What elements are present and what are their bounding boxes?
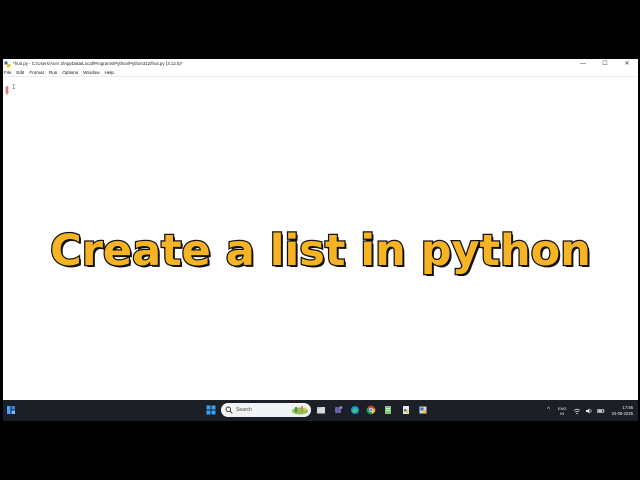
python-idle-icon xyxy=(4,61,11,68)
search-icon xyxy=(225,406,233,414)
teams-icon[interactable] xyxy=(332,404,344,416)
python-file-icon[interactable] xyxy=(400,404,412,416)
menu-file[interactable]: File xyxy=(4,69,11,77)
file-explorer-icon[interactable] xyxy=(315,404,327,416)
desktop-screen: *fruit.py - C:/Users/Acer 3/AppData/Loca… xyxy=(3,59,638,421)
video-title-overlay: Create a list in python xyxy=(49,225,592,278)
chrome-icon[interactable] xyxy=(365,404,377,416)
mouse-cursor-icon xyxy=(5,82,10,95)
wifi-icon[interactable] xyxy=(573,407,581,415)
clock-date: 24-06-2025 xyxy=(611,410,633,416)
taskbar: Search ^ ENG IN 17:56 24-06-2025 xyxy=(3,400,638,421)
window-title: *fruit.py - C:/Users/Acer 3/AppData/Loca… xyxy=(13,61,183,66)
minimize-button[interactable]: — xyxy=(572,59,594,69)
volume-icon[interactable] xyxy=(585,407,593,415)
edge-icon[interactable] xyxy=(349,404,361,416)
start-icon[interactable] xyxy=(205,404,217,416)
language-region: IN xyxy=(560,410,565,416)
maximize-button[interactable]: ☐ xyxy=(594,59,616,69)
search-label: Search xyxy=(236,407,252,413)
taskbar-clock[interactable]: 17:56 24-06-2025 xyxy=(612,405,633,417)
search-highlight-icon xyxy=(291,405,309,415)
menu-window[interactable]: Window xyxy=(83,69,99,77)
widgets-icon[interactable] xyxy=(5,404,17,416)
title-bar[interactable]: *fruit.py - C:/Users/Acer 3/AppData/Loca… xyxy=(3,59,638,69)
system-tray: ^ ENG IN 17:56 24-06-2025 xyxy=(547,400,638,421)
taskbar-search[interactable]: Search xyxy=(221,403,311,417)
menu-options[interactable]: Options xyxy=(62,69,78,77)
input-language[interactable]: ENG IN xyxy=(558,406,567,416)
code-editor[interactable]: I Create a list in python xyxy=(3,77,638,400)
menu-help[interactable]: Help xyxy=(105,69,114,77)
close-button[interactable]: ✕ xyxy=(616,59,638,69)
menu-bar: File Edit Format Run Options Window Help xyxy=(3,69,638,77)
python-idle-icon[interactable] xyxy=(417,404,429,416)
menu-run[interactable]: Run xyxy=(49,69,57,77)
menu-edit[interactable]: Edit xyxy=(16,69,24,77)
show-hidden-icons-icon[interactable]: ^ xyxy=(547,400,550,421)
menu-format[interactable]: Format xyxy=(29,69,44,77)
text-cursor: I xyxy=(12,84,16,91)
notepad-icon[interactable] xyxy=(382,404,394,416)
battery-icon[interactable] xyxy=(596,407,605,415)
